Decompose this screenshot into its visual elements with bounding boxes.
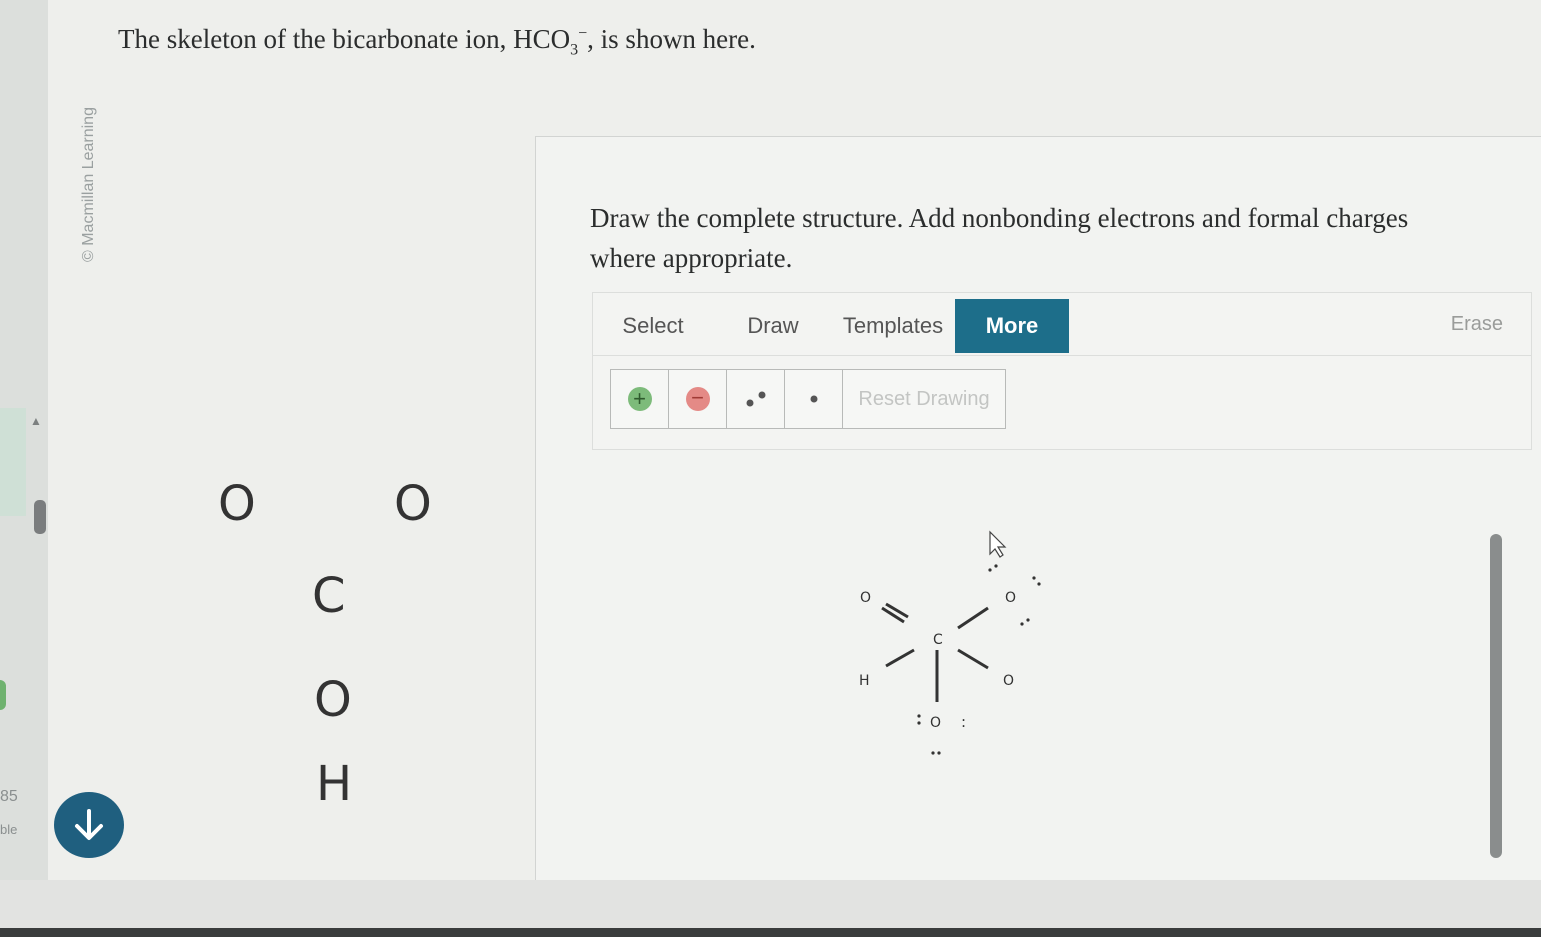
lone-pair-icon: [746, 391, 765, 407]
drawn-atom-c[interactable]: C: [933, 632, 943, 648]
structure-canvas[interactable]: O O C H O O :: [840, 520, 1080, 780]
rail-scroll-up-icon[interactable]: ▲: [30, 414, 42, 428]
radical-icon: [810, 395, 817, 403]
question-prefix: The skeleton of the bicarbonate ion,: [118, 24, 514, 54]
tab-select[interactable]: Select: [605, 299, 701, 353]
formula-subscript: 3: [570, 41, 579, 59]
question-suffix: , is shown here.: [587, 24, 756, 54]
scroll-down-button[interactable]: [54, 792, 124, 858]
remove-charge-button[interactable]: −: [669, 370, 727, 428]
skeleton-atom-o-mid: O: [314, 672, 352, 728]
drawn-bonds: [881, 602, 989, 702]
reset-drawing-button[interactable]: Reset Drawing: [843, 370, 1005, 428]
cursor-icon: [989, 530, 1007, 558]
left-rail: ▲ 85 ble ▼: [0, 0, 64, 880]
drawn-atom-h[interactable]: H: [859, 673, 870, 689]
add-charge-button[interactable]: +: [611, 370, 669, 428]
more-tools: + − Reset Drawing: [610, 369, 1006, 429]
skeleton-atom-o-right: O: [394, 476, 432, 532]
toolbar-tabs: Select Draw Templates More Erase: [593, 293, 1531, 356]
tab-more[interactable]: More: [955, 299, 1069, 353]
arrow-down-icon: [75, 809, 103, 840]
instructions: Draw the complete structure. Add nonbond…: [590, 203, 1409, 273]
minus-charge-icon: −: [685, 387, 710, 411]
rail-status-dot: [0, 680, 6, 710]
formula-superscript: −: [578, 25, 588, 42]
lone-pair-button[interactable]: [727, 370, 785, 428]
tab-templates[interactable]: Templates: [837, 299, 949, 353]
drawn-lone-pair-text: :: [961, 713, 966, 731]
question-text: The skeleton of the bicarbonate ion, HCO…: [118, 24, 756, 59]
drawn-structure: O O C H O O :: [840, 520, 1080, 785]
image-credit: © Macmillan Learning: [80, 107, 97, 262]
drawn-atom-o-top-left[interactable]: O: [860, 590, 871, 606]
skeleton-atom-h: H: [316, 756, 353, 812]
rail-label-2: ble: [0, 822, 18, 837]
skeleton-atom-o-left: O: [218, 476, 256, 532]
erase-button[interactable]: Erase: [1451, 313, 1503, 336]
rail-scroll-thumb[interactable]: [34, 500, 46, 534]
rail-tab[interactable]: [0, 408, 26, 516]
drawn-atom-o-right[interactable]: O: [1003, 673, 1014, 689]
plus-charge-icon: +: [627, 387, 652, 411]
canvas-scrollbar[interactable]: [1490, 534, 1502, 858]
formula-base: HCO: [513, 24, 571, 54]
drawing-toolbar: Select Draw Templates More Erase + − Res…: [592, 292, 1532, 450]
skeleton-atom-c: C: [312, 568, 346, 624]
tab-draw[interactable]: Draw: [733, 299, 813, 353]
drawn-atom-o-top-right[interactable]: O: [1005, 590, 1016, 606]
bottom-edge: [0, 928, 1541, 937]
radical-button[interactable]: [785, 370, 843, 428]
drawn-atom-o-bottom[interactable]: O: [930, 715, 941, 731]
rail-label-1: 85: [0, 788, 18, 805]
